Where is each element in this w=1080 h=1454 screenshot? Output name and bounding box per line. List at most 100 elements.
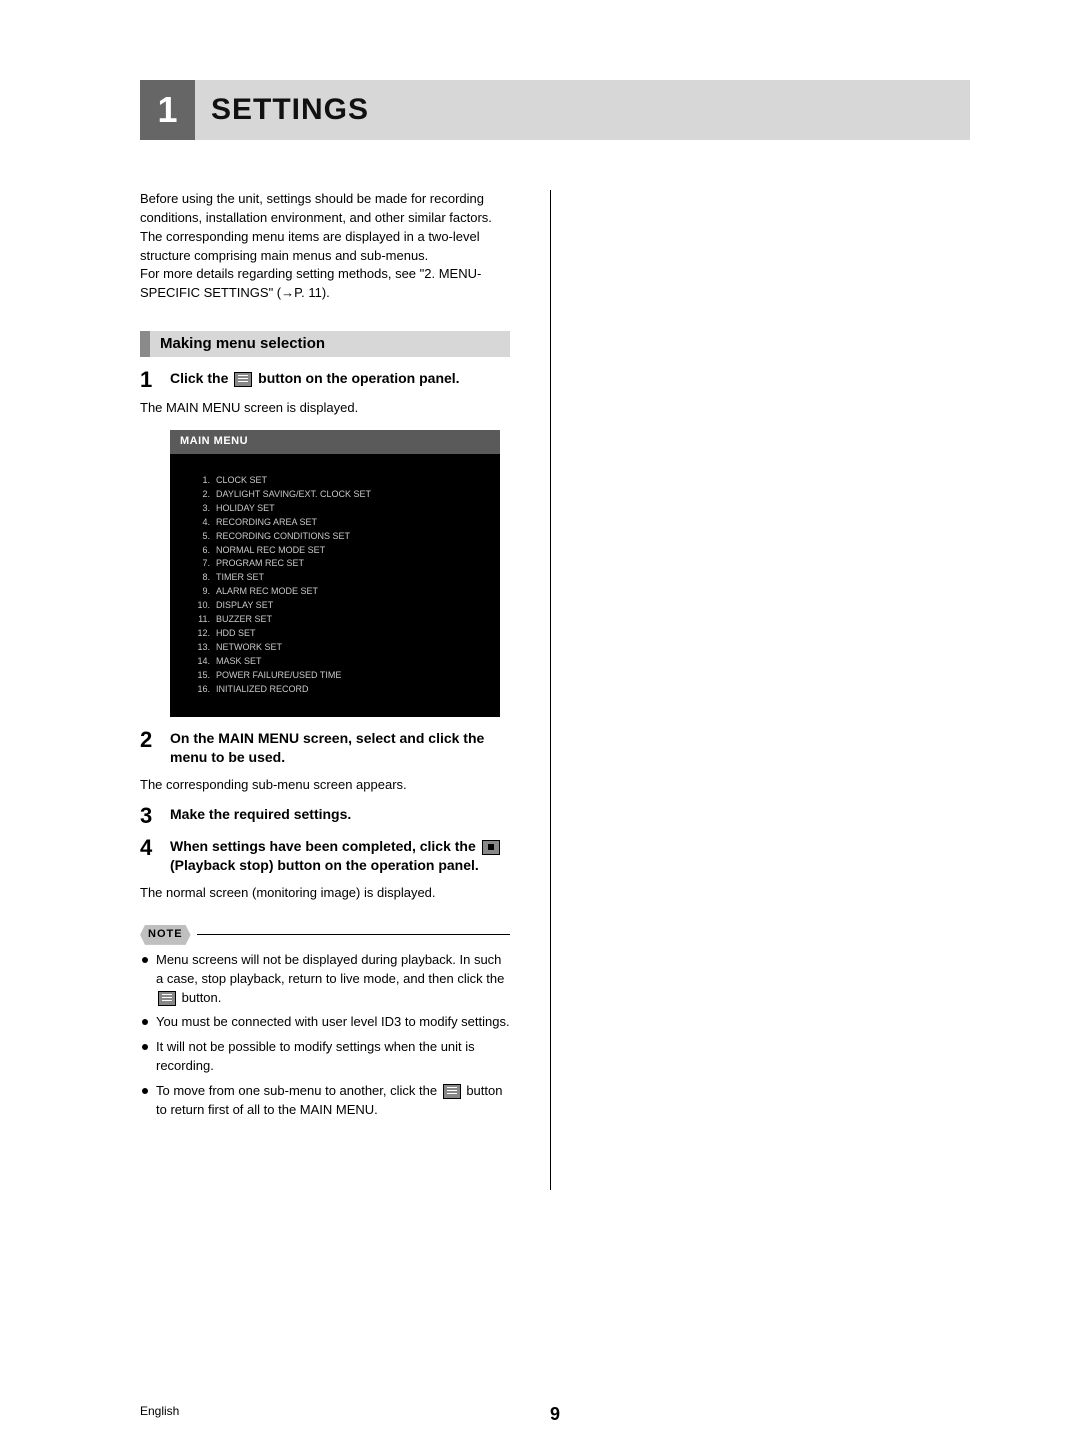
step-2-body: On the MAIN MENU screen, select and clic… xyxy=(170,729,510,768)
note-label: NOTE xyxy=(140,925,191,945)
item-num: 7. xyxy=(188,557,216,571)
step-2-desc: The corresponding sub-menu screen appear… xyxy=(140,776,510,795)
main-menu-item: 6.NORMAL REC MODE SET xyxy=(188,544,500,558)
item-text: HDD SET xyxy=(216,627,500,641)
item-text: TIMER SET xyxy=(216,571,500,585)
item-num: 1. xyxy=(188,474,216,488)
item-text: MASK SET xyxy=(216,655,500,669)
item-text: PROGRAM REC SET xyxy=(216,557,500,571)
item-text: NETWORK SET xyxy=(216,641,500,655)
step-1-body: Click the button on the operation panel. xyxy=(170,369,510,391)
step-1-text-a: Click the xyxy=(170,370,232,386)
main-menu-item: 2.DAYLIGHT SAVING/EXT. CLOCK SET xyxy=(188,488,500,502)
item-text: RECORDING CONDITIONS SET xyxy=(216,530,500,544)
main-menu-item: 12.HDD SET xyxy=(188,627,500,641)
item-num: 12. xyxy=(188,627,216,641)
item-text: ALARM REC MODE SET xyxy=(216,585,500,599)
step-1-number: 1 xyxy=(140,369,170,391)
main-menu-item: 1.CLOCK SET xyxy=(188,474,500,488)
item-text: DAYLIGHT SAVING/EXT. CLOCK SET xyxy=(216,488,500,502)
main-menu-item: 15.POWER FAILURE/USED TIME xyxy=(188,669,500,683)
intro-paragraph: Before using the unit, settings should b… xyxy=(140,190,510,303)
note-1-text-b: button. xyxy=(182,990,222,1005)
main-menu-list: 1.CLOCK SET 2.DAYLIGHT SAVING/EXT. CLOCK… xyxy=(170,454,500,701)
content-columns: Before using the unit, settings should b… xyxy=(140,190,970,1190)
note-header: NOTE xyxy=(140,925,510,945)
item-text: RECORDING AREA SET xyxy=(216,516,500,530)
left-column: Before using the unit, settings should b… xyxy=(140,190,510,1190)
main-menu-item: 14.MASK SET xyxy=(188,655,500,669)
step-1-text-b: button on the operation panel. xyxy=(258,370,459,386)
item-num: 5. xyxy=(188,530,216,544)
note-item-2: You must be connected with user level ID… xyxy=(140,1013,510,1032)
page-number: 9 xyxy=(550,1404,560,1425)
chapter-title-bar: 1 SETTINGS xyxy=(140,80,970,140)
item-num: 2. xyxy=(188,488,216,502)
section-header-bar xyxy=(140,331,150,357)
item-num: 11. xyxy=(188,613,216,627)
item-num: 10. xyxy=(188,599,216,613)
step-3-number: 3 xyxy=(140,805,170,827)
main-menu-item: 11.BUZZER SET xyxy=(188,613,500,627)
item-num: 9. xyxy=(188,585,216,599)
step-3-body: Make the required settings. xyxy=(170,805,510,827)
footer-language: English xyxy=(140,1404,179,1418)
item-text: NORMAL REC MODE SET xyxy=(216,544,500,558)
item-text: DISPLAY SET xyxy=(216,599,500,613)
item-text: POWER FAILURE/USED TIME xyxy=(216,669,500,683)
step-4-desc: The normal screen (monitoring image) is … xyxy=(140,884,510,903)
step-4-text-a: When settings have been completed, click… xyxy=(170,838,480,854)
main-menu-title: MAIN MENU xyxy=(170,430,500,454)
note-list: Menu screens will not be displayed durin… xyxy=(140,951,510,1120)
main-menu-item: 9.ALARM REC MODE SET xyxy=(188,585,500,599)
note-rule xyxy=(197,934,510,935)
note-4-text-a: To move from one sub-menu to another, cl… xyxy=(156,1083,441,1098)
main-menu-screenshot: MAIN MENU 1.CLOCK SET 2.DAYLIGHT SAVING/… xyxy=(170,430,500,717)
item-text: CLOCK SET xyxy=(216,474,500,488)
note-block: NOTE Menu screens will not be displayed … xyxy=(140,925,510,1120)
main-menu-item: 10.DISPLAY SET xyxy=(188,599,500,613)
item-text: HOLIDAY SET xyxy=(216,502,500,516)
step-2: 2 On the MAIN MENU screen, select and cl… xyxy=(140,729,510,768)
item-num: 6. xyxy=(188,544,216,558)
step-1: 1 Click the button on the operation pane… xyxy=(140,369,510,391)
main-menu-item: 16.INITIALIZED RECORD xyxy=(188,683,500,697)
main-menu-item: 8.TIMER SET xyxy=(188,571,500,585)
step-4-text-b: (Playback stop) button on the operation … xyxy=(170,857,479,873)
main-menu-item: 5.RECORDING CONDITIONS SET xyxy=(188,530,500,544)
item-num: 4. xyxy=(188,516,216,530)
step-4-number: 4 xyxy=(140,837,170,876)
note-item-1: Menu screens will not be displayed durin… xyxy=(140,951,510,1008)
playback-stop-icon xyxy=(482,840,500,855)
item-num: 3. xyxy=(188,502,216,516)
column-divider xyxy=(550,190,551,1190)
chapter-title: SETTINGS xyxy=(211,93,369,127)
chapter-number: 1 xyxy=(140,80,195,140)
step-2-number: 2 xyxy=(140,729,170,768)
item-num: 8. xyxy=(188,571,216,585)
section-header-text: Making menu selection xyxy=(150,331,325,357)
page: 1 SETTINGS Before using the unit, settin… xyxy=(0,0,1080,1454)
item-text: BUZZER SET xyxy=(216,613,500,627)
note-item-4: To move from one sub-menu to another, cl… xyxy=(140,1082,510,1120)
step-3: 3 Make the required settings. xyxy=(140,805,510,827)
menu-icon xyxy=(443,1084,461,1099)
intro-text-2: For more details regarding setting metho… xyxy=(140,265,510,303)
item-num: 13. xyxy=(188,641,216,655)
main-menu-item: 13.NETWORK SET xyxy=(188,641,500,655)
step-1-desc: The MAIN MENU screen is displayed. xyxy=(140,399,510,418)
intro-text-1: Before using the unit, settings should b… xyxy=(140,190,510,265)
menu-icon xyxy=(158,991,176,1006)
main-menu-item: 3.HOLIDAY SET xyxy=(188,502,500,516)
main-menu-item: 4.RECORDING AREA SET xyxy=(188,516,500,530)
item-text: INITIALIZED RECORD xyxy=(216,683,500,697)
step-4-body: When settings have been completed, click… xyxy=(170,837,510,876)
menu-icon xyxy=(234,372,252,387)
item-num: 15. xyxy=(188,669,216,683)
main-menu-item: 7.PROGRAM REC SET xyxy=(188,557,500,571)
note-item-3: It will not be possible to modify settin… xyxy=(140,1038,510,1076)
step-4: 4 When settings have been completed, cli… xyxy=(140,837,510,876)
section-header: Making menu selection xyxy=(140,331,510,357)
item-num: 14. xyxy=(188,655,216,669)
item-num: 16. xyxy=(188,683,216,697)
